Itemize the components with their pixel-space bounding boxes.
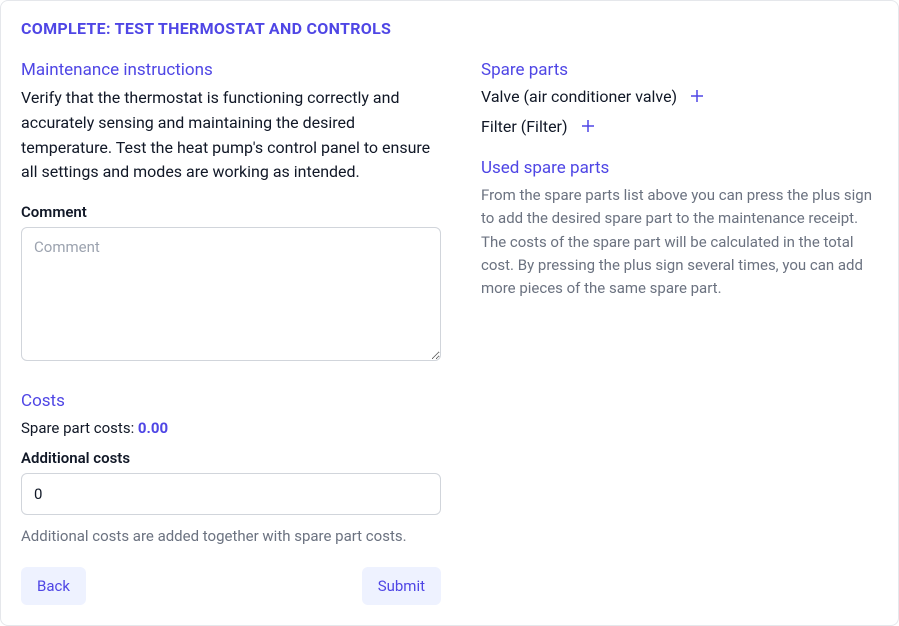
page-title: COMPLETE: TEST THERMOSTAT AND CONTROLS <box>21 19 878 38</box>
spare-part-label: Filter (Filter) <box>481 117 568 136</box>
costs-block: Costs Spare part costs: 0.00 Additional … <box>21 391 441 545</box>
used-spare-parts-heading: Used spare parts <box>481 158 878 178</box>
plus-icon <box>688 87 706 105</box>
left-column: Maintenance instructions Verify that the… <box>21 60 441 605</box>
instructions-heading: Maintenance instructions <box>21 60 441 80</box>
right-column: Spare parts Valve (air conditioner valve… <box>481 60 878 605</box>
add-spare-part-button[interactable] <box>687 86 707 106</box>
costs-heading: Costs <box>21 391 441 411</box>
spare-part-costs-label: Spare part costs: <box>21 419 138 437</box>
add-spare-part-button[interactable] <box>578 116 598 136</box>
submit-button[interactable]: Submit <box>362 567 441 605</box>
spare-part-costs-value: 0.00 <box>138 419 168 437</box>
comment-label: Comment <box>21 203 441 221</box>
maintenance-complete-card: COMPLETE: TEST THERMOSTAT AND CONTROLS M… <box>0 0 899 626</box>
comment-input[interactable] <box>21 227 441 361</box>
spare-part-costs-line: Spare part costs: 0.00 <box>21 419 441 437</box>
additional-costs-help: Additional costs are added together with… <box>21 527 441 545</box>
plus-icon <box>579 117 597 135</box>
back-button[interactable]: Back <box>21 567 86 605</box>
used-spare-parts-description: From the spare parts list above you can … <box>481 184 878 300</box>
columns: Maintenance instructions Verify that the… <box>21 60 878 605</box>
spare-part-item: Filter (Filter) <box>481 116 878 136</box>
instructions-text: Verify that the thermostat is functionin… <box>21 86 441 185</box>
button-row: Back Submit <box>21 567 441 605</box>
additional-costs-input[interactable] <box>21 473 441 515</box>
spare-part-label: Valve (air conditioner valve) <box>481 87 677 106</box>
additional-costs-label: Additional costs <box>21 449 441 467</box>
spare-parts-heading: Spare parts <box>481 60 878 80</box>
spare-part-item: Valve (air conditioner valve) <box>481 86 878 106</box>
